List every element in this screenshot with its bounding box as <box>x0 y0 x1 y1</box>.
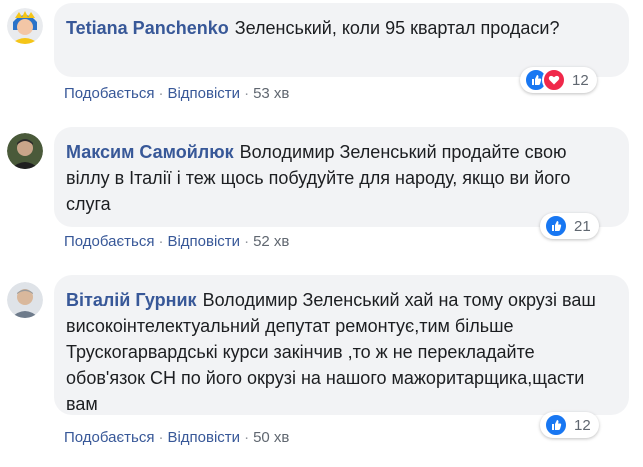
separator: · <box>158 85 164 102</box>
comment-bubble: Віталій Гурник Володимир Зеленський хай н… <box>54 275 629 415</box>
comment-author[interactable]: Tetiana Panchenko <box>66 18 229 38</box>
separator: · <box>158 429 164 446</box>
comment-time[interactable]: 52 хв <box>253 233 289 250</box>
avatar-image <box>7 8 43 44</box>
separator: · <box>244 429 250 446</box>
avatar[interactable] <box>7 8 43 44</box>
avatar[interactable] <box>7 133 43 169</box>
reactions-summary[interactable]: 12 <box>540 412 599 438</box>
comment-bubble: Максим Самойлюк Володимир Зеленський прод… <box>54 127 629 227</box>
reaction-count: 21 <box>574 217 591 235</box>
separator: · <box>244 233 250 250</box>
comment-time[interactable]: 50 хв <box>253 429 289 446</box>
separator: · <box>244 85 250 102</box>
comment-bubble: Tetiana Panchenko Зеленський, коли 95 ква… <box>54 3 629 77</box>
like-link[interactable]: Подобається <box>64 429 154 446</box>
like-icon <box>544 214 568 238</box>
reply-link[interactable]: Відповісти <box>167 429 240 446</box>
like-icon <box>544 413 568 437</box>
comment-author[interactable]: Максим Самойлюк <box>66 142 234 162</box>
comment-author[interactable]: Віталій Гурник <box>66 290 197 310</box>
reaction-count: 12 <box>574 416 591 434</box>
love-icon <box>542 68 566 92</box>
reactions-summary[interactable]: 12 <box>520 67 597 93</box>
reaction-count: 12 <box>572 71 589 89</box>
reply-link[interactable]: Відповісти <box>167 233 240 250</box>
comment-text: Зеленський, коли 95 квартал продаси? <box>234 18 560 38</box>
reactions-summary[interactable]: 21 <box>540 213 599 239</box>
comment-time[interactable]: 53 хв <box>253 85 289 102</box>
avatar-image <box>7 282 43 318</box>
separator: · <box>158 233 164 250</box>
like-link[interactable]: Подобається <box>64 85 154 102</box>
comment-actions: Подобається · Відповісти · 53 хв <box>64 85 289 102</box>
avatar[interactable] <box>7 282 43 318</box>
avatar-image <box>7 133 43 169</box>
like-link[interactable]: Подобається <box>64 233 154 250</box>
reply-link[interactable]: Відповісти <box>167 85 240 102</box>
comment-actions: Подобається · Відповісти · 52 хв <box>64 233 289 250</box>
comment-actions: Подобається · Відповісти · 50 хв <box>64 429 289 446</box>
